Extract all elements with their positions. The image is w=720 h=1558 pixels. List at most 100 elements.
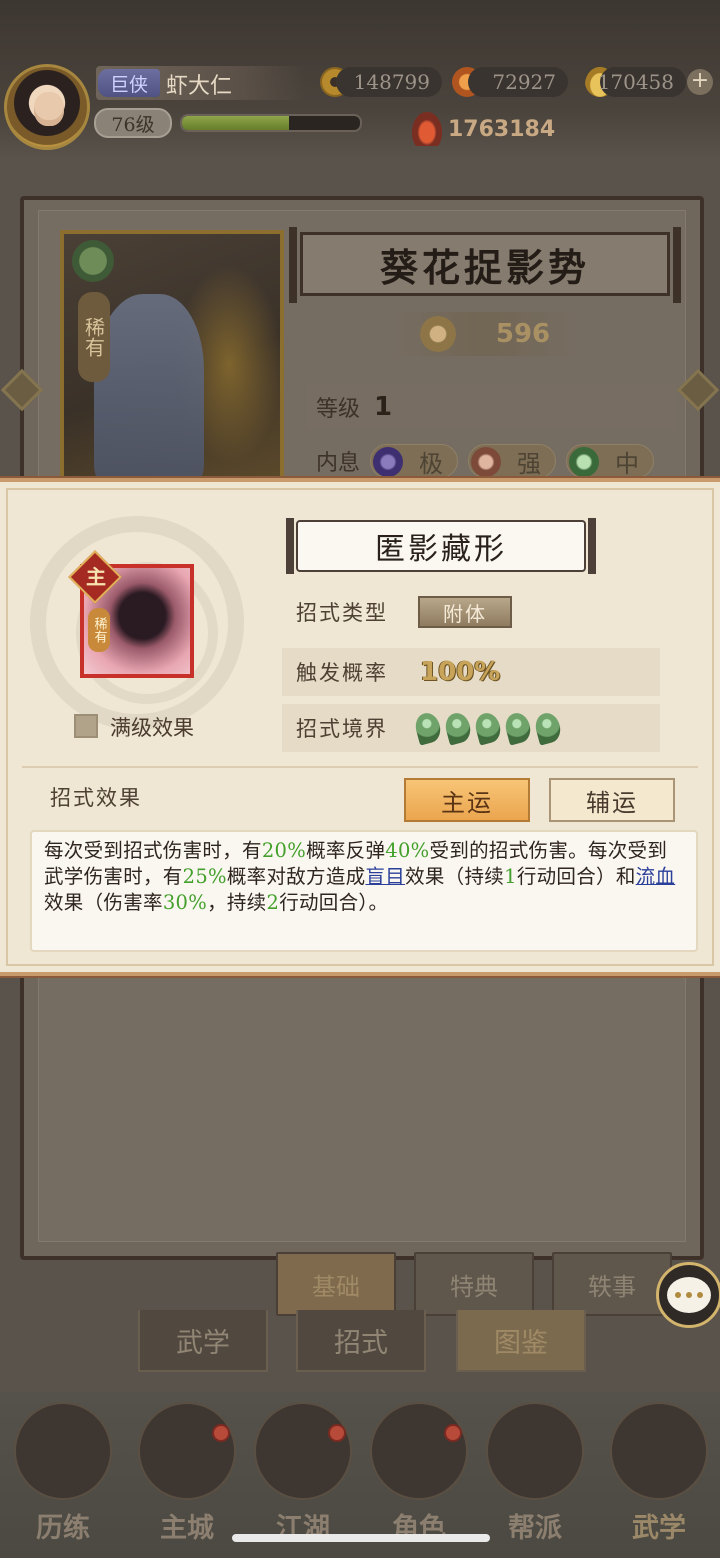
move-type-label: 招式类型 <box>296 601 388 625</box>
bleed-keyword-link[interactable]: 流血 <box>636 865 676 888</box>
aux-circulation-button[interactable]: 辅运 <box>549 778 675 822</box>
next-skill-arrow[interactable] <box>676 366 720 414</box>
nav-item-label: 帮派 <box>508 1513 562 1544</box>
nav-item[interactable]: 江湖 <box>248 1402 358 1552</box>
move-realm-label: 招式境界 <box>296 717 388 741</box>
inner-label: 内息 <box>316 451 361 476</box>
move-type-tag: 附体 <box>418 596 512 628</box>
nav-item[interactable]: 武学 <box>604 1402 714 1552</box>
desc-text: 效果（持续 <box>405 865 505 888</box>
nav-item-label: 主城 <box>160 1513 214 1544</box>
inner-tag-label: 极 <box>419 449 444 478</box>
card-rarity-tag: 稀有 <box>78 292 110 382</box>
player-level: 76级 <box>94 108 172 138</box>
inner-tag-label: 强 <box>517 449 542 478</box>
chat-bubble-icon <box>667 1277 711 1313</box>
player-name: 虾大仁 <box>166 74 233 99</box>
inner-tag-strong: 强 <box>468 444 557 478</box>
power-gem-icon <box>419 316 456 352</box>
nav-item-art-icon <box>610 1402 708 1500</box>
trigger-rate-value: 100% <box>420 657 501 687</box>
nav-item[interactable]: 主城 <box>132 1402 242 1552</box>
nav-item-art-icon <box>370 1402 468 1500</box>
desc-value: 25% <box>182 865 227 888</box>
combat-power: 1763184 <box>412 112 555 146</box>
notification-dot <box>212 1424 230 1442</box>
desc-value: 40% <box>385 839 430 862</box>
inner-tag-label: 中 <box>615 449 640 478</box>
avatar-face <box>34 92 64 126</box>
skill-title: 葵花捉影势 <box>289 227 681 303</box>
desc-text: ，持续 <box>207 891 267 914</box>
move-effect-label: 招式效果 <box>50 786 142 810</box>
desc-text: 行动回合）和 <box>516 865 636 888</box>
tab-codex[interactable]: 图鉴 <box>456 1310 586 1372</box>
nav-item[interactable]: 帮派 <box>480 1402 590 1552</box>
max-level-effect-label[interactable]: 满级效果 <box>110 712 194 742</box>
inner-tag-medium: 中 <box>566 444 655 478</box>
desc-value: 2 <box>266 891 280 914</box>
move-realm-row: 招式境界 <box>282 704 660 752</box>
desc-text: 概率反弹 <box>306 839 386 862</box>
realm-magatama-icons <box>412 710 564 746</box>
nav-item-label: 武学 <box>632 1513 686 1544</box>
right-arrow-icon <box>676 368 720 412</box>
prev-skill-arrow[interactable] <box>0 366 44 414</box>
tab-moves[interactable]: 招式 <box>296 1310 426 1372</box>
add-currency-button[interactable]: + <box>687 69 713 95</box>
left-arrow-icon <box>0 368 44 412</box>
chat-button[interactable] <box>656 1262 720 1328</box>
level-label: 等级 <box>316 397 361 422</box>
copper-amount: 148799 <box>336 67 442 97</box>
move-type-row: 招式类型 附体 <box>282 588 660 636</box>
level-value: 1 <box>374 392 393 422</box>
move-rarity-tag: 稀有 <box>88 608 110 652</box>
nav-item[interactable]: 历练 <box>8 1402 118 1552</box>
move-effect-description: 每次受到招式伤害时，有20%概率反弹40%受到的招式伤害。每次受到武学伤害时，有… <box>30 830 698 952</box>
combat-power-flame-icon <box>412 112 442 146</box>
skill-card-art: 稀有 <box>60 230 284 490</box>
player-avatar[interactable] <box>4 64 90 150</box>
magatama-icon <box>532 710 564 746</box>
xp-bar <box>180 114 362 132</box>
magatama-icon <box>472 710 504 746</box>
nav-item-art-icon <box>138 1402 236 1500</box>
skill-level-row: 等级 1 <box>306 384 676 430</box>
nav-item-art-icon <box>254 1402 352 1500</box>
nav-item-label: 历练 <box>36 1513 90 1544</box>
tab-martial-arts[interactable]: 武学 <box>138 1310 268 1372</box>
notification-dot <box>328 1424 346 1442</box>
subtab-anecdote[interactable]: 轶事 <box>552 1252 672 1316</box>
inner-tag-ultimate: 极 <box>370 444 459 478</box>
nav-item-art-icon <box>14 1402 112 1500</box>
skill-power-badge: 596 <box>390 312 580 356</box>
crescent-icon <box>569 447 600 477</box>
trigger-rate-row: 触发概率 100% <box>282 648 660 696</box>
max-level-effect-checkbox[interactable] <box>74 714 98 738</box>
trigger-rate-label: 触发概率 <box>296 661 388 685</box>
skill-power-value: 596 <box>495 319 551 349</box>
move-icon: 主 稀有 <box>68 550 194 678</box>
desc-text: 每次受到招式伤害时，有 <box>44 839 262 862</box>
subtab-special[interactable]: 特典 <box>414 1252 534 1316</box>
move-name: 匿影藏形 <box>286 518 596 574</box>
desc-text: 效果（伤害率 <box>44 891 163 914</box>
card-character-figure <box>94 294 204 484</box>
desc-text: 行动回合）。 <box>279 891 389 914</box>
blind-keyword-link[interactable]: 盲目 <box>365 865 405 888</box>
combat-power-value: 1763184 <box>448 116 556 142</box>
xp-bar-fill <box>182 116 289 130</box>
magatama-icon <box>442 710 474 746</box>
moon-icon <box>373 447 404 477</box>
desc-text: 概率对敌方造成 <box>226 865 366 888</box>
flame-amount: 72927 <box>468 67 568 97</box>
nav-item[interactable]: 角色 <box>364 1402 474 1552</box>
subtab-basic[interactable]: 基础 <box>276 1252 396 1316</box>
move-detail-popup: 主 稀有 满级效果 匿影藏形 招式类型 附体 触发概率 100% 招式境界 招式… <box>0 478 720 976</box>
nav-item-art-icon <box>486 1402 584 1500</box>
main-circulation-button[interactable]: 主运 <box>404 778 530 822</box>
home-indicator <box>232 1534 490 1542</box>
desc-value: 20% <box>261 839 307 862</box>
notification-dot <box>444 1424 462 1442</box>
ingot-amount: 170458 <box>598 67 686 97</box>
